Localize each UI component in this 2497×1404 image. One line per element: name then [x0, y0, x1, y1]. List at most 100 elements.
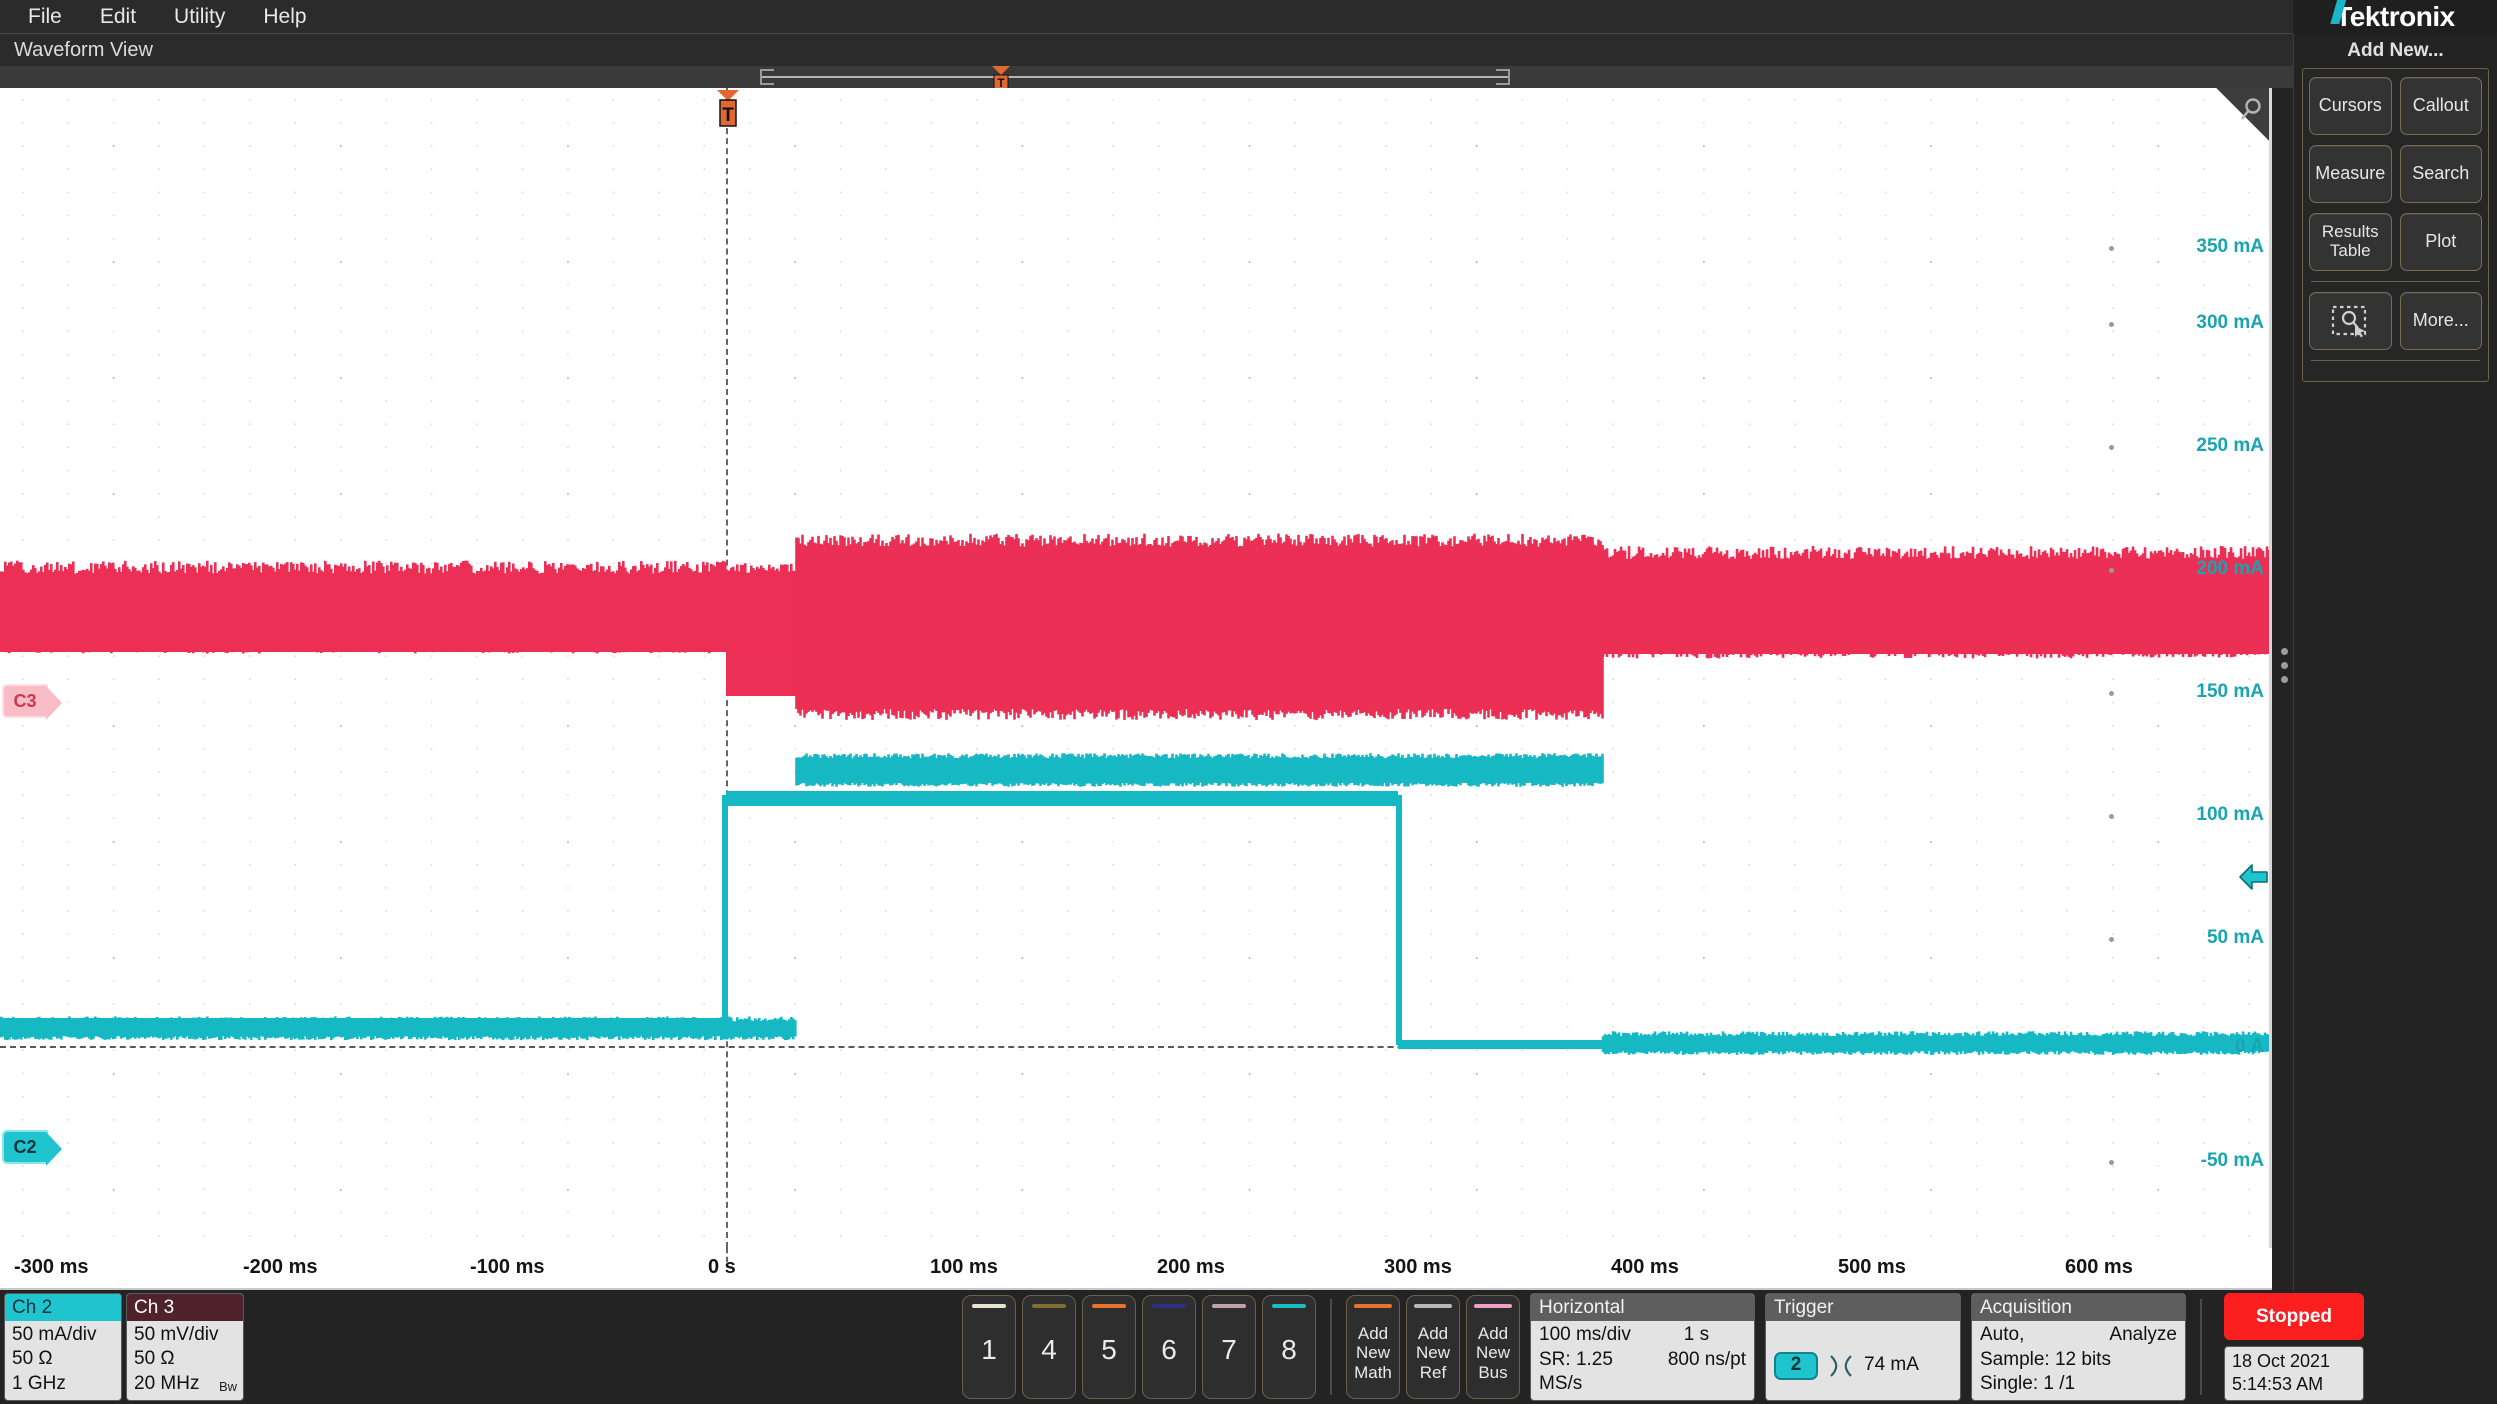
channel-button-4[interactable]: 4: [1022, 1295, 1076, 1399]
trigger-position-marker-icon[interactable]: T: [715, 90, 741, 128]
x-label-600: 600 ms: [2065, 1256, 2133, 1279]
ch2-scale: 50 mA/div: [12, 1323, 121, 1347]
y-tick-300: [2109, 322, 2114, 327]
y-tick-neg50: [2109, 1160, 2114, 1165]
y-label-50: 50 mA: [2207, 927, 2264, 949]
handle-dot-2: [2281, 662, 2288, 669]
channel-button-5[interactable]: 5: [1082, 1295, 1136, 1399]
zoom-area-button[interactable]: [2309, 292, 2392, 350]
channel-card-ch2-header: Ch 2: [5, 1294, 121, 1321]
channel-badge-c3-tip: [46, 686, 62, 720]
acquisition-row-1: Auto, Analyze: [1980, 1323, 2177, 1348]
add-measure-button[interactable]: Measure: [2309, 145, 2392, 203]
add-new-row-2: Measure Search: [2309, 145, 2482, 203]
run-stop-status-button[interactable]: Stopped: [2224, 1293, 2364, 1340]
trigger-source-pill[interactable]: 2: [1774, 1352, 1818, 1380]
tektronix-logo: Tektronix: [2293, 0, 2497, 34]
nav-trigger-marker-icon[interactable]: T: [990, 66, 1012, 90]
channel-6-color-bar: [1152, 1304, 1186, 1308]
channel-button-7[interactable]: 7: [1202, 1295, 1256, 1399]
y-tick-50: [2109, 937, 2114, 942]
horizontal-duration: 1 s: [1684, 1323, 1746, 1348]
menu-item-help[interactable]: Help: [249, 0, 320, 34]
acquisition-card-title: Acquisition: [1972, 1294, 2185, 1321]
nav-view-bracket[interactable]: [760, 69, 1510, 85]
trigger-card-title: Trigger: [1766, 1294, 1960, 1321]
acquisition-card-body: Auto, Analyze Sample: 12 bits Single: 1 …: [1972, 1321, 2185, 1400]
handle-dot-1: [2281, 648, 2288, 655]
horizontal-card[interactable]: Horizontal 100 ms/div 1 s SR: 1.25 MS/s …: [1530, 1293, 1755, 1401]
channel-badge-c3-label: C3: [13, 691, 36, 712]
channel-badge-c2-tip: [46, 1132, 62, 1166]
channel-badge-c3[interactable]: C3: [2, 684, 48, 718]
trigger-level: 74 mA: [1864, 1353, 1919, 1378]
panel-divider: [2311, 281, 2480, 282]
channel-button-1[interactable]: 1: [962, 1295, 1016, 1399]
menu-item-edit[interactable]: Edit: [86, 0, 150, 34]
horizontal-row-3: RL: 1.25 Mpts 32%: [1539, 1397, 1746, 1401]
menu-bar: File Edit Utility Help: [0, 0, 2293, 34]
add-new-math-label: Add New Math: [1354, 1324, 1392, 1381]
y-label-neg50: -50 mA: [2201, 1150, 2264, 1172]
zoom-corner-button[interactable]: [2216, 88, 2272, 144]
svg-text:T: T: [722, 105, 734, 126]
waveform-traces: [0, 88, 2272, 1248]
acquisition-card[interactable]: Acquisition Auto, Analyze Sample: 12 bit…: [1971, 1293, 2186, 1401]
y-label-300: 300 mA: [2196, 312, 2264, 334]
waveform-view-title: Waveform View: [0, 34, 2293, 66]
x-label-400: 400 ms: [1611, 1256, 1679, 1279]
more-button[interactable]: More...: [2400, 292, 2483, 350]
datetime-box: 18 Oct 2021 5:14:53 AM: [2224, 1346, 2364, 1401]
channel-card-ch3[interactable]: Ch 3 50 mV/div 50 Ω 20 MHz Bᴡ: [126, 1293, 244, 1401]
graticule[interactable]: C3 C2 T 350 mA 300 mA 250 mA 200 mA: [0, 88, 2272, 1248]
channel-button-8[interactable]: 8: [1262, 1295, 1316, 1399]
channel-8-color-bar: [1272, 1304, 1306, 1308]
waveform-view-header[interactable]: Waveform View: [0, 34, 2293, 66]
channel-card-ch2[interactable]: Ch 2 50 mA/div 50 Ω 1 GHz: [4, 1293, 122, 1401]
channel-badge-c2[interactable]: C2: [2, 1130, 48, 1164]
add-new-ref-label: Add New Ref: [1416, 1324, 1450, 1381]
y-label-100: 100 mA: [2196, 804, 2264, 826]
add-new-ref-button[interactable]: Add New Ref: [1406, 1295, 1460, 1399]
add-results-table-button[interactable]: Results Table: [2309, 213, 2392, 271]
trigger-edge-icon: [1828, 1353, 1854, 1379]
add-callout-button[interactable]: Callout: [2400, 77, 2483, 135]
ch2-impedance: 50 Ω: [12, 1347, 121, 1371]
channel-6-label: 6: [1161, 1334, 1177, 1366]
x-label-100: 100 ms: [930, 1256, 998, 1279]
brand-text: Tektronix: [2335, 1, 2454, 33]
add-search-button[interactable]: Search: [2400, 145, 2483, 203]
channel-1-color-bar: [972, 1304, 1006, 1308]
menu-item-utility[interactable]: Utility: [160, 0, 239, 34]
y-label-0: 0 A: [2235, 1036, 2264, 1058]
add-new-math-button[interactable]: Add New Math: [1346, 1295, 1400, 1399]
add-cursors-button[interactable]: Cursors: [2309, 77, 2392, 135]
horizontal-card-title: Horizontal: [1531, 1294, 1754, 1321]
add-new-bus-label: Add New Bus: [1476, 1324, 1510, 1381]
channel-7-color-bar: [1212, 1304, 1246, 1308]
x-label-200: 200 ms: [1157, 1256, 1225, 1279]
overview-navigation-bar[interactable]: T: [0, 66, 2293, 88]
add-new-row-3: Results Table Plot: [2309, 213, 2482, 271]
x-label-n200: -200 ms: [243, 1256, 318, 1279]
acquisition-analyze: Analyze: [2109, 1323, 2177, 1348]
add-plot-button[interactable]: Plot: [2400, 213, 2483, 271]
channel-button-6[interactable]: 6: [1142, 1295, 1196, 1399]
horizontal-sample-rate: SR: 1.25 MS/s: [1539, 1348, 1652, 1397]
channel-1-label: 1: [981, 1334, 997, 1366]
status-divider: [2200, 1299, 2202, 1395]
y-label-200: 200 mA: [2196, 558, 2264, 580]
status-date: 18 Oct 2021: [2232, 1350, 2363, 1373]
horizontal-position: 32%: [1701, 1397, 1739, 1401]
y-label-350: 350 mA: [2196, 236, 2264, 258]
menu-item-file[interactable]: File: [14, 0, 76, 34]
add-new-bus-color-bar: [1474, 1304, 1512, 1308]
x-label-0: 0 s: [708, 1256, 736, 1279]
status-column: Stopped 18 Oct 2021 5:14:53 AM: [2224, 1293, 2364, 1401]
panel-resize-handle[interactable]: [2276, 634, 2292, 696]
horizontal-resolution: 800 ns/pt: [1668, 1348, 1746, 1397]
trigger-card[interactable]: Trigger 2 74 mA: [1765, 1293, 1961, 1401]
add-new-bus-button[interactable]: Add New Bus: [1466, 1295, 1520, 1399]
channel-badge-c2-label: C2: [13, 1137, 36, 1158]
trigger-level-arrow-icon[interactable]: [2238, 860, 2268, 894]
